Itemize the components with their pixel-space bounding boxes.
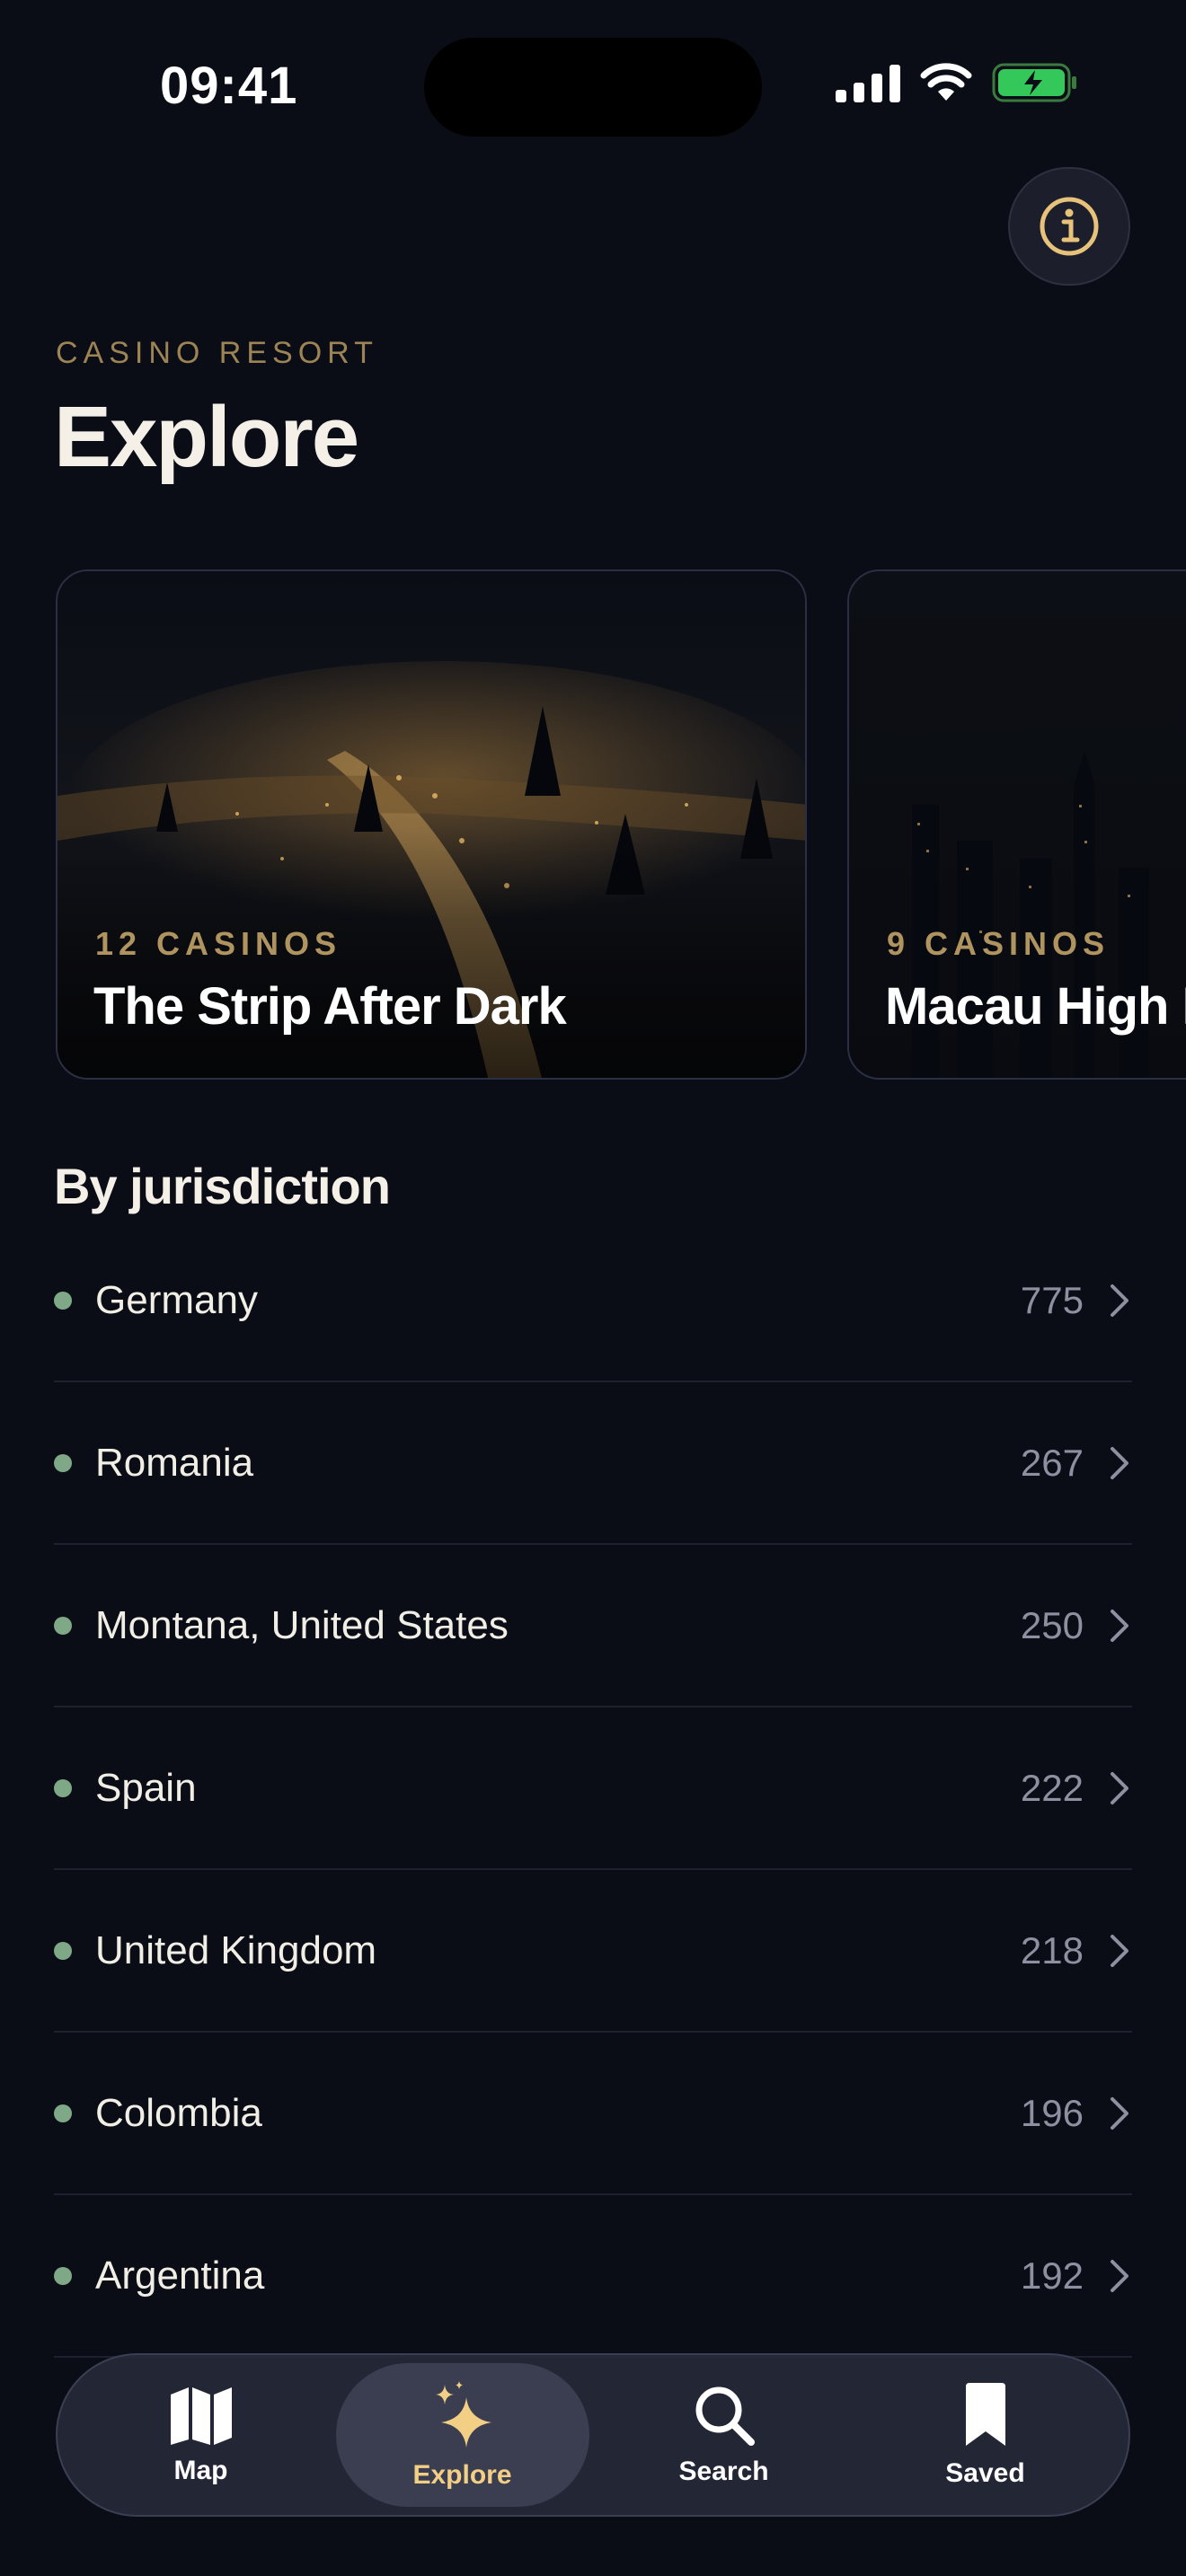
tab-explore[interactable]: Explore bbox=[335, 2363, 589, 2507]
cellular-signal-icon bbox=[836, 63, 900, 102]
info-icon bbox=[1040, 197, 1099, 256]
jurisdiction-row-germany[interactable]: Germany 775 bbox=[54, 1220, 1132, 1382]
card-casino-count: 12 CASINOS bbox=[95, 925, 342, 962]
status-dot bbox=[54, 1941, 72, 1960]
battery-charging-icon bbox=[992, 63, 1076, 102]
card-title: Macau High Rollers bbox=[885, 977, 1186, 1036]
jurisdiction-section-title: By jurisdiction bbox=[54, 1158, 391, 1214]
status-dot bbox=[54, 1291, 72, 1310]
jurisdiction-name: Montana, United States bbox=[95, 1602, 509, 1647]
jurisdiction-row-colombia[interactable]: Colombia 196 bbox=[54, 2033, 1132, 2195]
chevron-right-icon bbox=[1111, 1446, 1128, 1479]
status-dot bbox=[54, 2266, 72, 2285]
jurisdiction-list: Germany 775 Romania 267 Montana, United … bbox=[54, 1220, 1132, 2358]
jurisdiction-row-argentina[interactable]: Argentina 192 bbox=[54, 2195, 1132, 2358]
status-dot bbox=[54, 1616, 72, 1635]
tab-label: Explore bbox=[412, 2460, 512, 2490]
jurisdiction-name: United Kingdom bbox=[95, 1928, 377, 1972]
chevron-right-icon bbox=[1111, 1934, 1128, 1967]
tab-map[interactable]: Map bbox=[75, 2363, 328, 2507]
dynamic-island bbox=[424, 38, 762, 137]
section-eyebrow: CASINO RESORT bbox=[56, 336, 378, 370]
jurisdiction-row-romania[interactable]: Romania 267 bbox=[54, 1382, 1132, 1545]
tab-saved[interactable]: Saved bbox=[859, 2363, 1112, 2507]
jurisdiction-name: Romania bbox=[95, 1440, 254, 1485]
chevron-right-icon bbox=[1111, 1771, 1128, 1804]
collections-carousel[interactable]: 12 CASINOS The Strip After Dark 9 CASINO… bbox=[0, 569, 1186, 1080]
jurisdiction-count: 218 bbox=[1020, 1928, 1084, 1972]
tab-bar: Map Explore Search Saved bbox=[56, 2353, 1130, 2517]
jurisdiction-name: Argentina bbox=[95, 2253, 265, 2298]
status-time: 09:41 bbox=[160, 57, 298, 115]
info-button[interactable] bbox=[1008, 167, 1130, 286]
jurisdiction-name: Germany bbox=[95, 1277, 258, 1322]
card-title: The Strip After Dark bbox=[93, 977, 567, 1036]
chevron-right-icon bbox=[1111, 2259, 1128, 2292]
status-bar: 09:41 bbox=[0, 0, 1186, 171]
map-icon bbox=[170, 2387, 232, 2445]
status-dot bbox=[54, 1778, 72, 1797]
search-icon bbox=[695, 2386, 755, 2446]
tab-label: Search bbox=[678, 2457, 769, 2486]
jurisdiction-count: 250 bbox=[1020, 1603, 1084, 1646]
jurisdiction-name: Spain bbox=[95, 1765, 197, 1810]
wifi-icon bbox=[920, 63, 972, 101]
collection-card[interactable]: 9 CASINOS Macau High Rollers bbox=[847, 569, 1186, 1080]
chevron-right-icon bbox=[1111, 1609, 1128, 1642]
jurisdiction-row-montana[interactable]: Montana, United States 250 bbox=[54, 1545, 1132, 1707]
jurisdiction-count: 192 bbox=[1020, 2254, 1084, 2297]
chevron-right-icon bbox=[1111, 1284, 1128, 1317]
page-title: Explore bbox=[54, 389, 359, 485]
jurisdiction-count: 196 bbox=[1020, 2091, 1084, 2134]
status-dot bbox=[54, 1453, 72, 1472]
jurisdiction-row-united-kingdom[interactable]: United Kingdom 218 bbox=[54, 1870, 1132, 2033]
bookmark-icon bbox=[965, 2383, 1005, 2446]
card-casino-count: 9 CASINOS bbox=[887, 925, 1111, 962]
jurisdiction-count: 775 bbox=[1020, 1278, 1084, 1321]
jurisdiction-count: 222 bbox=[1020, 1766, 1084, 1809]
status-dot bbox=[54, 2104, 72, 2122]
chevron-right-icon bbox=[1111, 2096, 1128, 2130]
jurisdiction-count: 267 bbox=[1020, 1441, 1084, 1484]
sparkles-icon bbox=[435, 2381, 491, 2448]
jurisdiction-row-spain[interactable]: Spain 222 bbox=[54, 1707, 1132, 1870]
tab-label: Map bbox=[173, 2456, 228, 2485]
status-icons bbox=[836, 63, 1078, 102]
tab-label: Saved bbox=[945, 2458, 1025, 2488]
jurisdiction-name: Colombia bbox=[95, 2090, 262, 2135]
tab-search[interactable]: Search bbox=[597, 2363, 851, 2507]
collection-card[interactable]: 12 CASINOS The Strip After Dark bbox=[56, 569, 807, 1080]
